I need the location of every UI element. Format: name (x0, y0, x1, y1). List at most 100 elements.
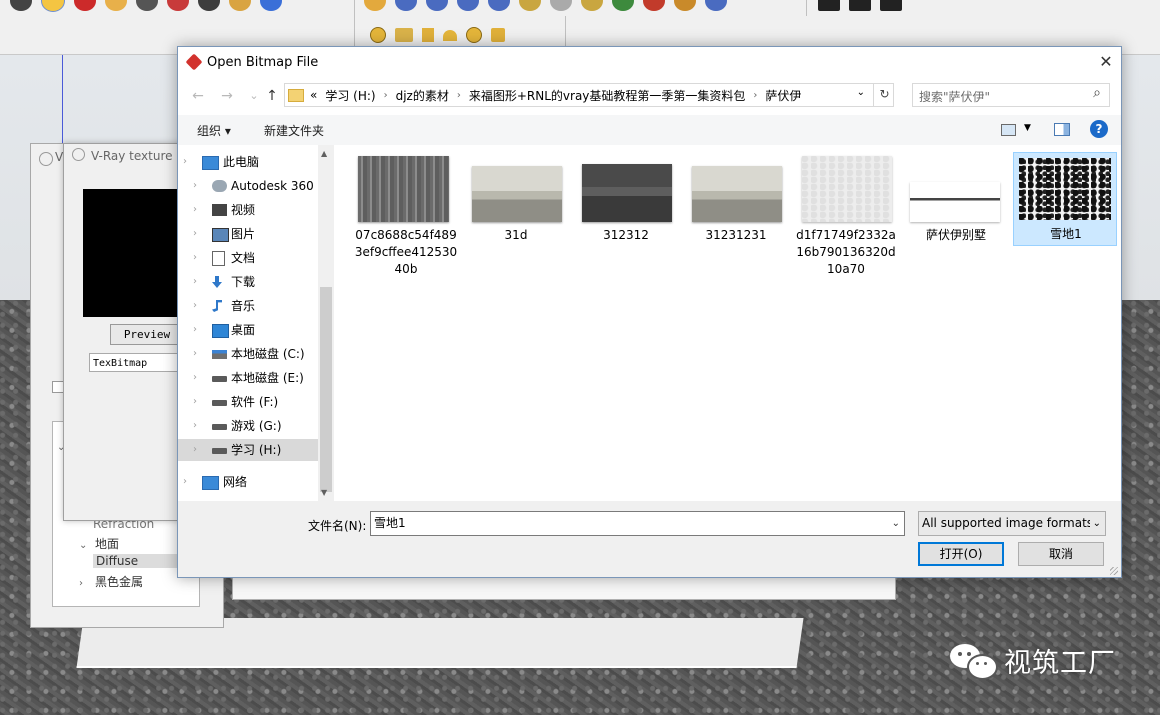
toolbar-icon[interactable] (550, 0, 572, 11)
nav-scrollbar[interactable]: ▲ ▼ (318, 145, 334, 501)
help-icon[interactable]: ? (1090, 120, 1108, 138)
nav-item-10[interactable]: › 软件 (F:) (178, 391, 318, 413)
scrollbar-thumb[interactable] (320, 287, 332, 492)
nav-item-4[interactable]: › 文档 (178, 247, 318, 269)
texture-type-select[interactable]: TexBitmap (89, 353, 182, 372)
toolbar-icon[interactable] (395, 0, 417, 11)
toolbar-icon[interactable] (443, 29, 457, 41)
chevron-right-icon[interactable]: › (193, 391, 197, 413)
filename-input[interactable]: 雪地1 ⌄ (370, 511, 905, 536)
tree-item[interactable]: ⌄ 地面 (79, 535, 119, 552)
dialog-titlebar[interactable]: Open Bitmap File ✕ (178, 47, 1121, 78)
back-button[interactable]: ← (188, 86, 208, 106)
address-bar[interactable]: « 学习 (H:) › djz的素材 › 来福图形+RNL的vray基础教程第一… (284, 83, 894, 107)
toolbar-icon[interactable] (167, 0, 189, 11)
breadcrumb-separator[interactable]: › (753, 90, 757, 101)
tree-item[interactable]: › 黑色金属 (79, 573, 143, 590)
nav-item-8[interactable]: › 本地磁盘 (C:) (178, 343, 318, 365)
toolbar-icon[interactable] (519, 0, 541, 11)
recent-dropdown[interactable]: ⌄ (244, 86, 264, 106)
chevron-right-icon[interactable]: › (193, 415, 197, 437)
toolbar-icon[interactable] (705, 0, 727, 11)
breadcrumb-item[interactable]: 萨伏伊 (765, 87, 801, 104)
chevron-down-icon[interactable]: ▼ (1024, 123, 1031, 133)
breadcrumb-item[interactable]: djz的素材 (396, 87, 449, 104)
chevron-right-icon[interactable]: › (193, 271, 197, 293)
resize-grip-icon[interactable] (1110, 567, 1118, 575)
scroll-down-icon[interactable]: ▼ (321, 488, 327, 497)
file-item[interactable]: 萨伏伊别墅 (904, 153, 1008, 289)
file-type-select[interactable]: All supported image formats ⌄ (918, 511, 1106, 536)
toolbar-icon[interactable] (422, 28, 434, 42)
chevron-right-icon[interactable]: › (183, 471, 187, 493)
chevron-right-icon[interactable]: › (193, 295, 197, 317)
file-item[interactable]: 雪地1 (1013, 152, 1117, 246)
chevron-right-icon[interactable]: › (193, 343, 197, 365)
chevron-down-icon[interactable]: ⌄ (857, 87, 865, 98)
chevron-right-icon[interactable]: › (183, 151, 187, 173)
nav-item-12[interactable]: › 学习 (H:) (178, 439, 318, 461)
toolbar-icon[interactable] (457, 0, 479, 11)
toolbar-icon[interactable] (818, 0, 840, 11)
file-item[interactable]: 07c8688c54f4893ef9cffee41253040b (354, 153, 458, 289)
file-item[interactable]: 31d (464, 153, 568, 289)
toolbar-icon[interactable] (643, 0, 665, 11)
toolbar-icon[interactable] (74, 0, 96, 11)
file-item[interactable]: 312312 (574, 153, 678, 289)
breadcrumb-item[interactable]: 来福图形+RNL的vray基础教程第一季第一集资料包 (469, 87, 746, 104)
nav-item-5[interactable]: › 下载 (178, 271, 318, 293)
file-item[interactable]: d1f71749f2332a16b790136320d10a70 (794, 153, 898, 289)
toolbar-icon[interactable] (229, 0, 251, 11)
search-icon[interactable]: ⌕ (1093, 85, 1101, 101)
chevron-right-icon[interactable]: › (193, 199, 197, 221)
nav-item-9[interactable]: › 本地磁盘 (E:) (178, 367, 318, 389)
new-folder-button[interactable]: 新建文件夹 (264, 122, 324, 139)
nav-item-13[interactable]: › 网络 (178, 471, 318, 493)
nav-item-7[interactable]: › 桌面 (178, 319, 318, 341)
nav-item-6[interactable]: › 音乐 (178, 295, 318, 317)
preview-button[interactable]: Preview (110, 324, 184, 345)
toolbar-icon[interactable] (849, 0, 871, 11)
breadcrumb-overflow[interactable]: « (310, 88, 317, 102)
breadcrumb-separator[interactable]: › (384, 90, 388, 101)
search-box[interactable]: 搜索"萨伏伊" ⌕ (912, 83, 1110, 107)
toolbar-icon[interactable] (612, 0, 634, 11)
toolbar-icon[interactable] (41, 0, 65, 12)
toolbar-icon[interactable] (136, 0, 158, 11)
view-options-icon[interactable] (1001, 124, 1016, 136)
toolbar-icon[interactable] (105, 0, 127, 11)
toolbar-icon[interactable] (426, 0, 448, 11)
forward-button[interactable]: → (217, 86, 237, 106)
toolbar-icon[interactable] (488, 0, 510, 11)
toolbar-icon[interactable] (370, 27, 386, 43)
file-item[interactable]: 31231231 (684, 153, 788, 289)
toolbar-icon[interactable] (466, 27, 482, 43)
nav-item-0[interactable]: › 此电脑 (178, 151, 318, 173)
chevron-down-icon[interactable]: ⌄ (892, 512, 900, 535)
nav-item-2[interactable]: › 视频 (178, 199, 318, 221)
toolbar-icon[interactable] (880, 0, 902, 11)
chevron-right-icon[interactable]: › (193, 247, 197, 269)
scroll-up-icon[interactable]: ▲ (321, 149, 327, 158)
toolbar-icon[interactable] (10, 0, 32, 11)
close-button[interactable]: ✕ (1091, 47, 1121, 78)
nav-item-11[interactable]: › 游戏 (G:) (178, 415, 318, 437)
toolbar-icon[interactable] (364, 0, 386, 11)
refresh-button[interactable]: ↻ (873, 83, 895, 107)
nav-item-1[interactable]: › Autodesk 360 (178, 175, 318, 197)
breadcrumb-separator[interactable]: › (457, 90, 461, 101)
open-button[interactable]: 打开(O) (918, 542, 1004, 566)
toolbar-icon[interactable] (581, 0, 603, 11)
toolbar-icon[interactable] (260, 0, 282, 11)
chevron-right-icon[interactable]: › (193, 175, 197, 197)
toolbar-icon[interactable] (395, 28, 413, 42)
chevron-right-icon[interactable]: › (193, 367, 197, 389)
toolbar-icon[interactable] (674, 0, 696, 11)
preview-pane-icon[interactable] (1054, 123, 1070, 136)
toolbar-icon[interactable] (491, 28, 505, 42)
chevron-down-icon[interactable]: ⌄ (1089, 512, 1101, 535)
chevron-right-icon[interactable]: › (193, 319, 197, 341)
cancel-button[interactable]: 取消 (1018, 542, 1104, 566)
nav-item-3[interactable]: › 图片 (178, 223, 318, 245)
up-button[interactable]: ↑ (262, 86, 282, 106)
